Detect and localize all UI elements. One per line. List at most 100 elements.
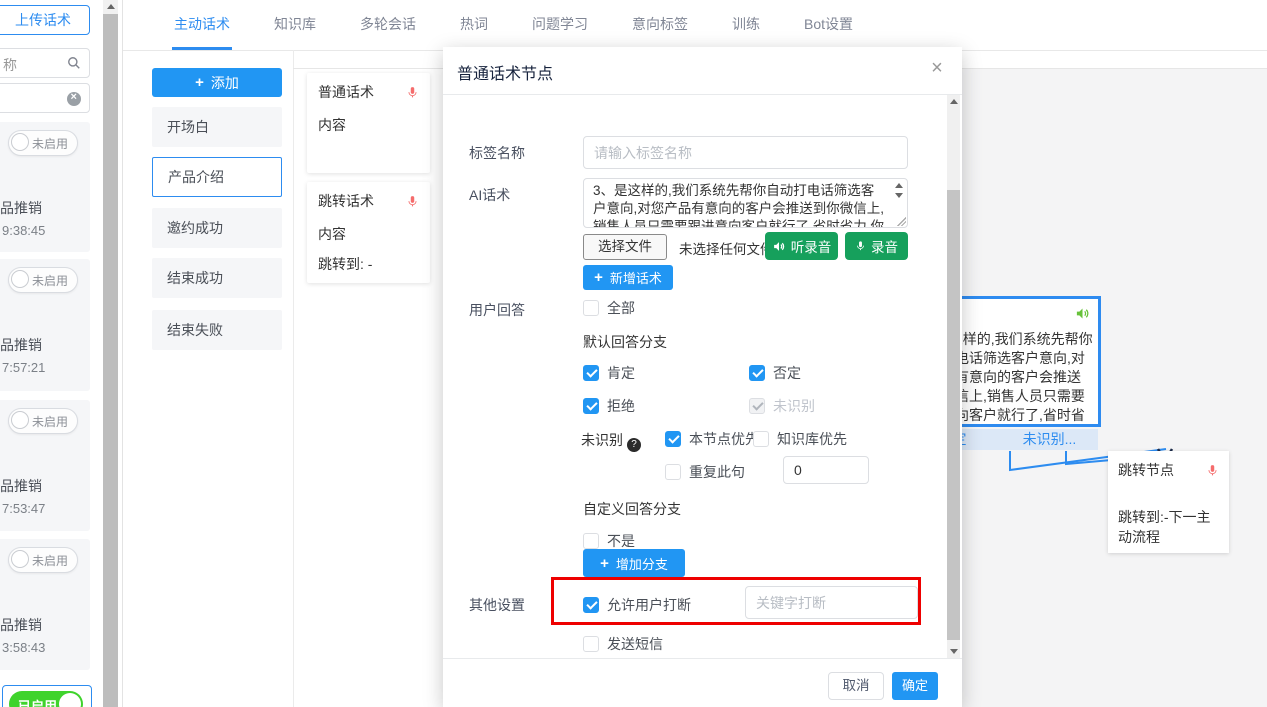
checkbox-box[interactable] [583, 365, 599, 381]
enable-toggle[interactable]: 未启用 [8, 267, 78, 293]
tab-bot-settings[interactable]: Bot设置 [802, 0, 855, 50]
checkbox-label: 否定 [773, 363, 801, 383]
close-icon[interactable] [926, 57, 948, 79]
scroll-down-icon[interactable] [895, 193, 903, 198]
checkbox-box[interactable] [583, 398, 599, 414]
script-card[interactable]: 未启用 品推销 3:58:43 [0, 539, 90, 670]
search-icon[interactable] [67, 56, 81, 70]
add-branch-button[interactable]: 增加分支 [583, 549, 685, 577]
tag-name-label: 标签名称 [469, 143, 525, 163]
script-time: 7:53:47 [2, 501, 45, 516]
microphone-icon[interactable] [406, 84, 419, 101]
speaker-icon[interactable] [1074, 306, 1091, 321]
toggle-label: 未启用 [32, 413, 68, 430]
checkbox-box[interactable] [753, 431, 769, 447]
microphone-icon[interactable] [406, 193, 419, 210]
enable-toggle[interactable]: 未启用 [8, 547, 78, 573]
sidebar-item-end-ok[interactable]: 结束成功 [152, 258, 282, 298]
scroll-up-icon[interactable] [895, 183, 903, 188]
scrollbar-thumb[interactable] [103, 14, 118, 707]
checkbox-repeat[interactable]: 重复此句 [665, 462, 745, 482]
sidebar-item-invite-ok[interactable]: 邀约成功 [152, 208, 282, 248]
enable-toggle-on[interactable]: 已启用 [9, 691, 83, 707]
search-input-text: 称 [3, 55, 17, 75]
checkbox-node-first[interactable]: 本节点优先 [665, 429, 759, 449]
checkbox-box[interactable] [583, 636, 599, 652]
add-node-button[interactable]: 添加 [152, 68, 282, 97]
checkbox-box[interactable] [665, 431, 681, 447]
tag-name-input[interactable] [583, 136, 908, 169]
checkbox-send-sms[interactable]: 发送短信 [583, 634, 663, 654]
enable-toggle[interactable]: 未启用 [8, 130, 78, 156]
record-button[interactable]: 录音 [845, 232, 908, 260]
cancel-button[interactable]: 取消 [828, 672, 884, 700]
tab-training[interactable]: 训练 [730, 0, 762, 50]
checkbox-label: 拒绝 [607, 396, 635, 416]
checkbox-box[interactable] [665, 464, 681, 480]
jump-node-title: 跳转节点 [1118, 460, 1174, 480]
checkbox-label: 肯定 [607, 363, 635, 383]
checkbox-label: 重复此句 [689, 462, 745, 482]
scrollbar-thumb[interactable] [947, 190, 960, 640]
scroll-down-icon[interactable] [950, 649, 958, 654]
tab-intent-label[interactable]: 意向标签 [630, 0, 690, 50]
search-input[interactable]: 称 [0, 48, 90, 78]
sidebar-item-opening[interactable]: 开场白 [152, 107, 282, 147]
listen-recording-button[interactable]: 听录音 [765, 232, 838, 260]
ai-script-text: 3、是这样的,我们系统先帮你自动打电话筛选客户意向,对您产品有意向的客户会推送到… [593, 182, 887, 228]
tab-knowledge-base[interactable]: 知识库 [272, 0, 318, 50]
checkbox-deny[interactable]: 否定 [749, 363, 801, 383]
user-answer-label: 用户回答 [469, 300, 525, 320]
checkbox-box[interactable] [583, 597, 599, 613]
checkbox-unrecognized-disabled: 未识别 [749, 396, 815, 416]
microphone-icon[interactable] [1206, 462, 1219, 479]
node-card-content: 内容 [318, 115, 419, 135]
script-card[interactable]: 未启用 品推销 7:57:21 [0, 259, 90, 391]
checkbox-reject[interactable]: 拒绝 [583, 396, 635, 416]
script-card[interactable]: 未启用 品推销 7:53:47 [0, 400, 90, 531]
sidebar-item-end-fail[interactable]: 结束失败 [152, 310, 282, 350]
tab-multi-turn[interactable]: 多轮会话 [358, 0, 418, 50]
node-card-normal[interactable]: 普通话术 内容 [307, 73, 430, 173]
new-script-button[interactable]: 新增话术 [583, 265, 673, 290]
scroll-up-icon[interactable] [107, 4, 115, 9]
checkbox-box[interactable] [749, 365, 765, 381]
modal-scrollbar[interactable] [947, 95, 960, 658]
toggle-knob [59, 693, 81, 707]
checkbox-affirm[interactable]: 肯定 [583, 363, 635, 383]
tab-active-script[interactable]: 主动话术 [172, 0, 232, 50]
scroll-up-icon[interactable] [950, 99, 958, 104]
toggle-knob [11, 411, 29, 429]
checkbox-allow-interrupt[interactable]: 允许用户打断 [583, 595, 691, 615]
tab-hot-words[interactable]: 热词 [458, 0, 490, 50]
filter-select[interactable] [0, 83, 90, 113]
repeat-count-input[interactable] [783, 456, 869, 484]
checkbox-label: 本节点优先 [689, 429, 759, 449]
branch-tab-unrecognized[interactable]: 未识别... [1001, 429, 1098, 450]
script-card-enabled[interactable]: 已启用 [2, 685, 92, 707]
checkbox-box[interactable] [583, 533, 599, 549]
left-scrollbar[interactable] [103, 0, 118, 707]
confirm-button[interactable]: 确定 [892, 672, 938, 700]
choose-file-button[interactable]: 选择文件 [583, 234, 667, 260]
upload-script-button[interactable]: 上传话术 [0, 5, 90, 35]
node-card-jump[interactable]: 跳转话术 内容 跳转到: - [307, 182, 430, 283]
checkbox-all[interactable]: 全部 [583, 298, 635, 318]
jump-node-card[interactable]: 跳转节点 跳转到:-下一主动流程 [1108, 451, 1229, 553]
checkbox-box[interactable] [583, 300, 599, 316]
checkbox-label: 知识库优先 [777, 429, 847, 449]
interrupt-keyword-input[interactable] [745, 586, 918, 619]
help-icon[interactable] [627, 438, 641, 452]
script-time: 3:58:43 [2, 640, 45, 655]
textarea-scrollbar[interactable] [892, 181, 905, 198]
script-card[interactable]: 未启用 品推销 9:38:45 [0, 122, 90, 252]
sidebar-item-product[interactable]: 产品介绍 [152, 157, 282, 197]
tab-question-learning[interactable]: 问题学习 [530, 0, 590, 50]
checkbox-not-is[interactable]: 不是 [583, 531, 635, 551]
ai-script-textarea[interactable]: 3、是这样的,我们系统先帮你自动打电话筛选客户意向,对您产品有意向的客户会推送到… [583, 178, 908, 228]
checkbox-kb-first[interactable]: 知识库优先 [753, 429, 847, 449]
resize-grip-icon[interactable] [897, 217, 906, 226]
toggle-knob [11, 270, 29, 288]
clear-icon[interactable] [67, 92, 81, 106]
enable-toggle[interactable]: 未启用 [8, 408, 78, 434]
